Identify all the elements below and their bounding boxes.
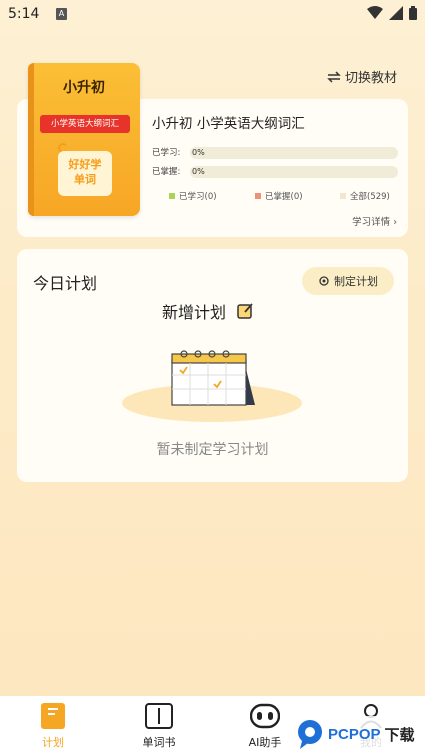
wifi-icon bbox=[367, 6, 383, 19]
mastered-label: 已掌握: bbox=[152, 167, 181, 177]
book-title: 小升初 小学英语大纲词汇 bbox=[152, 116, 305, 132]
legend-learned: 已学习(0) bbox=[169, 190, 217, 202]
empty-plan-text: 暂未制定学习计划 bbox=[156, 442, 269, 458]
mastered-progress-row: 已掌握: 0% bbox=[152, 166, 398, 178]
cover-logo-line1: 好好学 bbox=[68, 158, 102, 171]
make-plan-button[interactable]: 制定计划 bbox=[302, 267, 394, 295]
legend-learned-swatch bbox=[169, 193, 175, 199]
legend-mastered-swatch bbox=[255, 193, 261, 199]
learned-label: 已学习: bbox=[152, 148, 181, 158]
study-detail-link[interactable]: 学习详情 › bbox=[352, 214, 397, 228]
switch-textbook-label: 切换教材 bbox=[344, 71, 397, 86]
status-time: 5:14 bbox=[8, 6, 40, 22]
learned-value: 0% bbox=[192, 148, 205, 157]
gear-icon bbox=[319, 276, 329, 286]
new-plan-label: 新增计划 bbox=[162, 303, 227, 322]
bookmark-icon bbox=[41, 703, 65, 729]
cover-tag: 小学英语大纲词汇 bbox=[40, 115, 130, 133]
watermark-suffix: 下载 bbox=[384, 725, 415, 744]
empty-calendar-illustration bbox=[122, 350, 302, 422]
battery-icon bbox=[409, 6, 417, 20]
nav-label-wordbook: 单词书 bbox=[142, 736, 176, 749]
book-cover[interactable]: 小升初 小学英语大纲词汇 好好学 单词 bbox=[28, 63, 140, 216]
watermark: PCPOP 下载 bbox=[294, 716, 425, 752]
legend-total-label: 全部(529) bbox=[350, 192, 390, 202]
nav-label-plan: 计划 bbox=[42, 736, 64, 749]
signal-icon bbox=[389, 6, 403, 20]
today-plan-heading: 今日计划 bbox=[33, 274, 98, 293]
learned-progress-bar: 0% bbox=[190, 147, 398, 159]
legend-learned-label: 已学习(0) bbox=[179, 192, 217, 202]
learned-progress-row: 已学习: 0% bbox=[152, 147, 398, 159]
cover-title: 小升初 bbox=[63, 80, 105, 96]
legend-mastered: 已掌握(0) bbox=[255, 190, 303, 202]
cover-logo-line2: 单词 bbox=[74, 173, 96, 186]
sim-icon: A bbox=[56, 8, 67, 20]
swap-icon bbox=[327, 70, 341, 83]
legend-total: 全部(529) bbox=[340, 190, 390, 202]
book-icon bbox=[145, 703, 173, 729]
new-plan-button[interactable]: 新增计划 bbox=[162, 299, 254, 323]
cover-logo: 好好学 单词 bbox=[58, 151, 112, 196]
make-plan-label: 制定计划 bbox=[334, 275, 378, 288]
edit-icon bbox=[237, 303, 253, 319]
switch-textbook-button[interactable]: 切换教材 bbox=[327, 67, 397, 86]
legend-total-swatch bbox=[340, 193, 346, 199]
mastered-value: 0% bbox=[192, 167, 205, 176]
legend-mastered-label: 已掌握(0) bbox=[265, 192, 303, 202]
nav-item-plan[interactable]: 计划 bbox=[0, 696, 106, 755]
nav-item-wordbook[interactable]: 单词书 bbox=[106, 696, 212, 755]
watermark-brand: PCPOP bbox=[328, 725, 381, 743]
watermark-logo-icon bbox=[298, 720, 322, 749]
status-bar: 5:14 A bbox=[0, 0, 425, 30]
robot-icon bbox=[250, 703, 280, 729]
mastered-progress-bar: 0% bbox=[190, 166, 398, 178]
